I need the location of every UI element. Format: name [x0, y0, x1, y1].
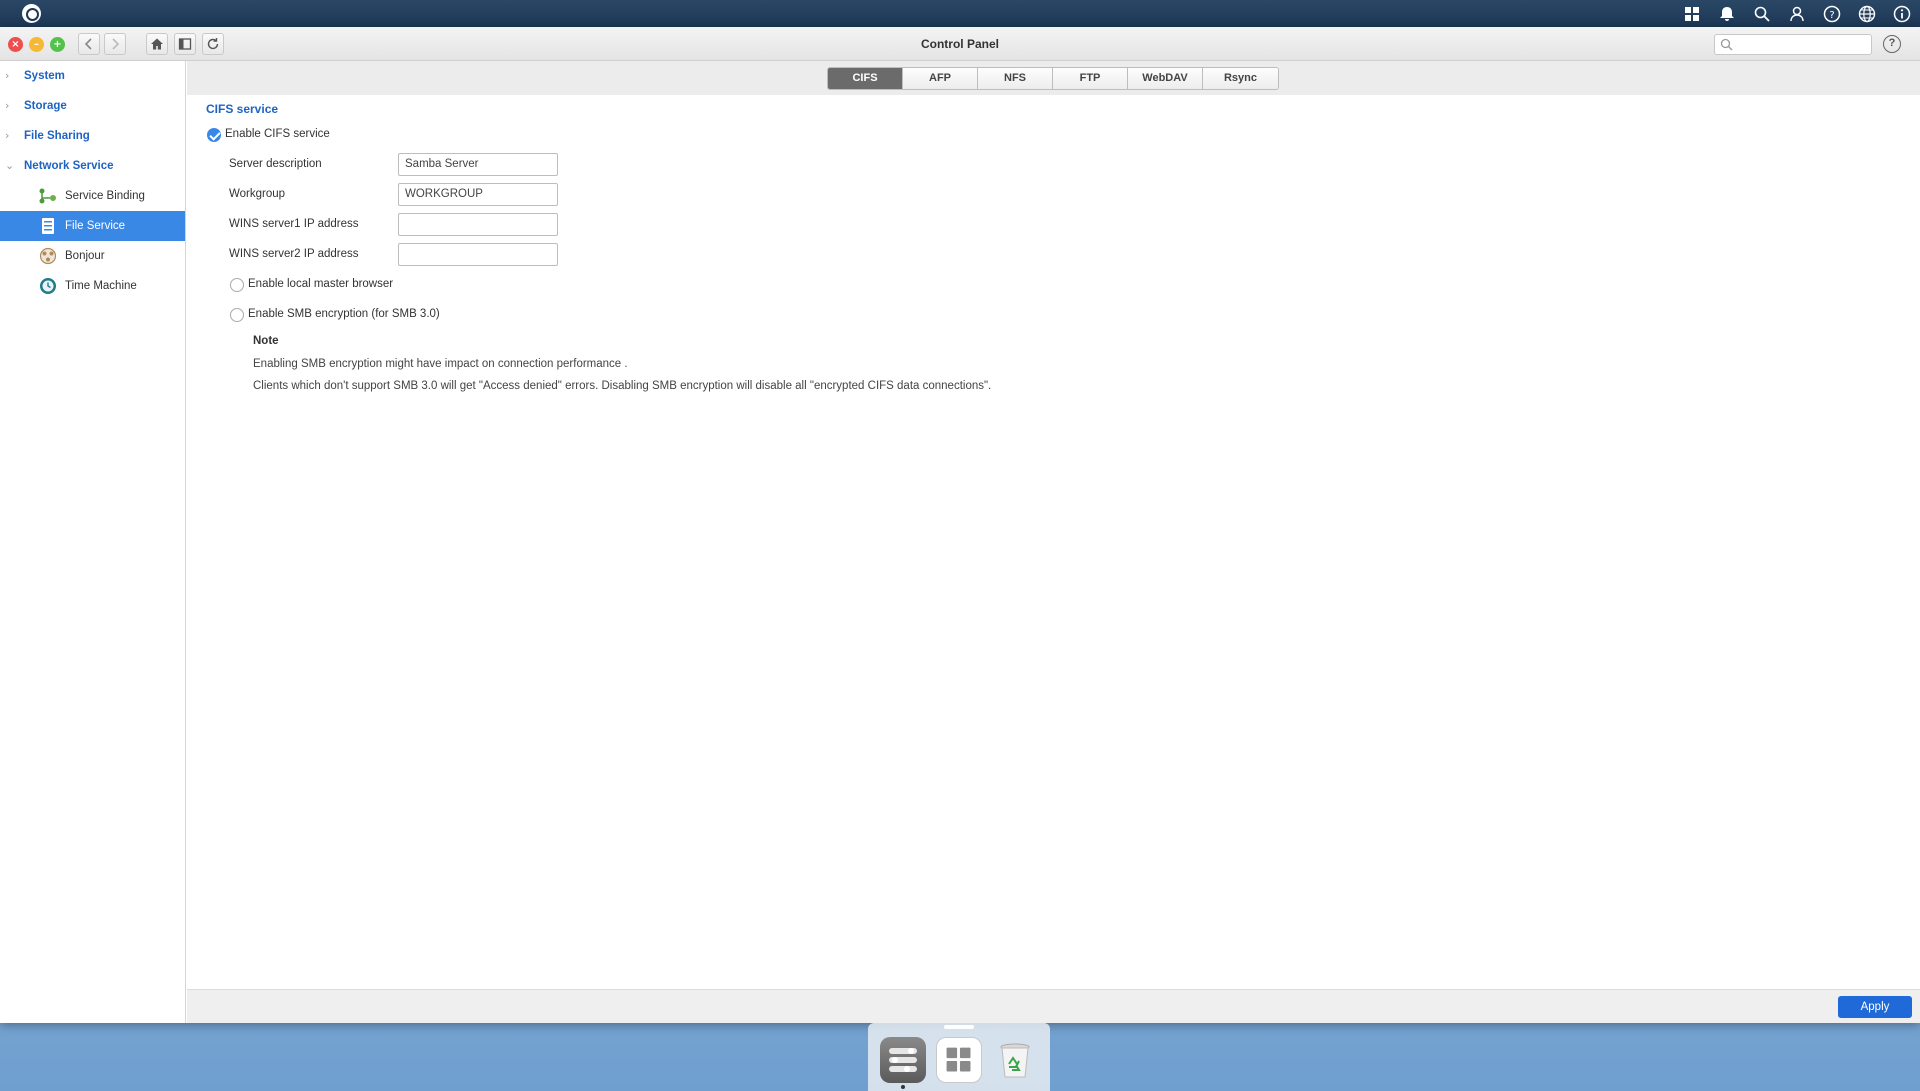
control-panel-window: × – + Control Panel ? › System › Storage…: [0, 27, 1920, 1023]
recycle-bin-dock-icon[interactable]: [992, 1037, 1038, 1083]
wins-server1-field[interactable]: [398, 213, 558, 236]
tab-strip: CIFS AFP NFS FTP WebDAV Rsync: [187, 61, 1920, 95]
tab-webdav[interactable]: WebDAV: [1128, 68, 1203, 89]
svg-text:?: ?: [1829, 10, 1834, 21]
sidebar-item-file-sharing[interactable]: › File Sharing: [0, 121, 185, 151]
user-icon[interactable]: [1786, 3, 1807, 24]
window-title: Control Panel: [920, 37, 999, 51]
bonjour-icon: [39, 247, 57, 265]
sidebar-subitem-label: Time Machine: [65, 280, 137, 292]
system-top-bar: ?: [0, 0, 1920, 27]
local-master-browser-checkbox[interactable]: [230, 278, 244, 292]
workgroup-label: Workgroup: [229, 188, 286, 200]
control-panel-dock-icon[interactable]: [880, 1037, 926, 1083]
apply-button[interactable]: Apply: [1838, 996, 1912, 1018]
tab-cifs[interactable]: CIFS: [828, 68, 903, 89]
info-icon[interactable]: [1891, 3, 1912, 24]
window-search-input[interactable]: [1714, 34, 1872, 55]
window-footer: Apply: [187, 989, 1920, 1023]
search-icon: [1720, 38, 1733, 51]
wins-server2-label: WINS server2 IP address: [229, 248, 359, 260]
smb-encryption-label: Enable SMB encryption (for SMB 3.0): [248, 308, 440, 320]
sidebar-item-network-service[interactable]: ⌄ Network Service: [0, 151, 185, 181]
bell-icon[interactable]: [1716, 3, 1737, 24]
chevron-down-icon: ⌄: [5, 159, 15, 172]
sidebar: › System › Storage › File Sharing ⌄ Netw…: [0, 61, 186, 1023]
window-help-icon[interactable]: ?: [1883, 35, 1901, 53]
help-icon[interactable]: ?: [1821, 3, 1842, 24]
chevron-right-icon: ›: [5, 129, 10, 142]
enable-cifs-checkbox[interactable]: [207, 128, 221, 142]
sidebar-item-label: System: [24, 70, 65, 82]
globe-icon[interactable]: [1856, 3, 1877, 24]
file-service-icon: [42, 218, 54, 234]
sidebar-subitem-label: Service Binding: [65, 190, 145, 202]
tab-afp[interactable]: AFP: [903, 68, 978, 89]
sidebar-item-storage[interactable]: › Storage: [0, 91, 185, 121]
note-line: Clients which don't support SMB 3.0 will…: [253, 380, 992, 392]
local-master-browser-label: Enable local master browser: [248, 278, 394, 290]
sidebar-item-time-machine[interactable]: Time Machine: [0, 271, 185, 301]
search-icon[interactable]: [1751, 3, 1772, 24]
tab-rsync[interactable]: Rsync: [1203, 68, 1278, 89]
service-tabs: CIFS AFP NFS FTP WebDAV Rsync: [827, 67, 1279, 90]
dock: [868, 1023, 1050, 1091]
app-center-dock-icon[interactable]: [936, 1037, 982, 1083]
smb-encryption-checkbox[interactable]: [230, 308, 244, 322]
system-tray: ?: [1681, 3, 1912, 24]
sidebar-item-bonjour[interactable]: Bonjour: [0, 241, 185, 271]
workgroup-field[interactable]: WORKGROUP: [398, 183, 558, 206]
chevron-right-icon: ›: [5, 99, 10, 112]
server-description-field[interactable]: Samba Server: [398, 153, 558, 176]
sidebar-item-system[interactable]: › System: [0, 61, 185, 91]
apps-grid-icon[interactable]: [1681, 3, 1702, 24]
sidebar-subitem-label: Bonjour: [65, 250, 105, 262]
service-binding-icon: [39, 188, 56, 204]
sidebar-item-label: Network Service: [24, 160, 114, 172]
main-content: CIFS AFP NFS FTP WebDAV Rsync CIFS servi…: [187, 61, 1920, 1023]
sidebar-item-label: File Sharing: [24, 130, 90, 142]
enable-cifs-label: Enable CIFS service: [225, 128, 330, 140]
qnap-logo-icon[interactable]: [22, 4, 41, 23]
chevron-right-icon: ›: [5, 69, 10, 82]
note-line: Enabling SMB encryption might have impac…: [253, 358, 628, 370]
running-indicator: [901, 1085, 905, 1089]
note-title: Note: [253, 335, 279, 347]
wins-server1-label: WINS server1 IP address: [229, 218, 359, 230]
section-title: CIFS service: [206, 102, 279, 116]
server-description-label: Server description: [229, 158, 322, 170]
sidebar-subitem-label: File Service: [65, 220, 126, 232]
wins-server2-field[interactable]: [398, 243, 558, 266]
time-machine-icon: [40, 278, 56, 294]
sidebar-item-service-binding[interactable]: Service Binding: [0, 181, 185, 211]
tab-ftp[interactable]: FTP: [1053, 68, 1128, 89]
dock-handle[interactable]: [944, 1025, 974, 1029]
sidebar-item-label: Storage: [24, 100, 67, 112]
tab-nfs[interactable]: NFS: [978, 68, 1053, 89]
window-titlebar: × – + Control Panel ?: [0, 27, 1920, 61]
sidebar-item-file-service[interactable]: File Service: [0, 211, 185, 241]
